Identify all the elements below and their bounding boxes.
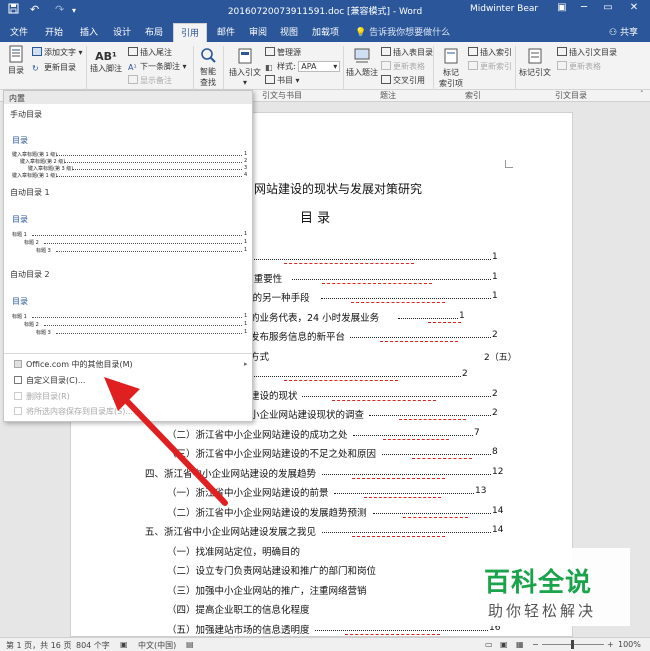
status-bar: 第 1 页，共 16 页 804 个字 ▣ 中文(中国) ▤ ▭ ▣ ▦ − +… <box>0 637 650 651</box>
page-count[interactable]: 第 1 页，共 16 页 <box>6 640 71 651</box>
watermark-subtitle: 助你轻松解决 <box>488 602 597 620</box>
web-layout-icon[interactable]: ▦ <box>516 640 524 649</box>
watermark-title: 百科全说 <box>484 568 593 598</box>
macro-icon[interactable]: ▤ <box>186 640 194 649</box>
zoom-out-button[interactable]: − <box>532 640 539 649</box>
zoom-level[interactable]: 100% <box>618 640 641 649</box>
language-indicator[interactable]: 中文(中国) <box>138 640 176 651</box>
proofing-icon[interactable]: ▣ <box>120 640 128 649</box>
zoom-slider-handle[interactable] <box>571 640 574 649</box>
read-mode-icon[interactable]: ▭ <box>485 640 493 649</box>
word-count[interactable]: 804 个字 <box>76 640 110 651</box>
watermark-logo: 百科全说 助你轻松解决 <box>462 548 630 626</box>
print-layout-icon[interactable]: ▣ <box>500 640 508 649</box>
zoom-in-button[interactable]: + <box>607 640 614 649</box>
